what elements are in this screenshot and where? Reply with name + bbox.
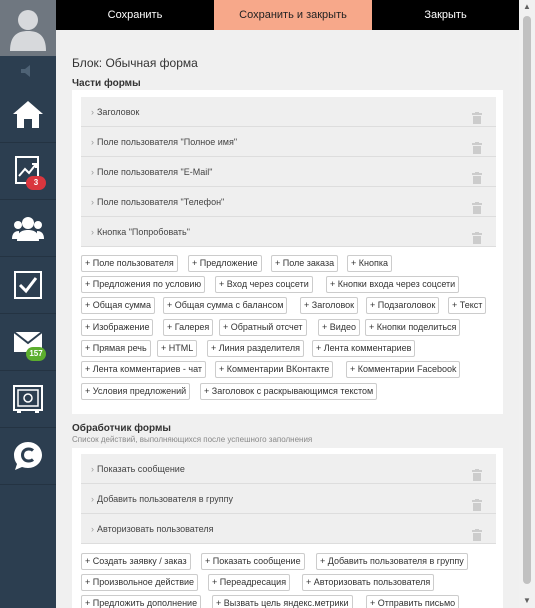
- speaker-icon: [21, 65, 30, 77]
- home-icon: [13, 101, 43, 128]
- add-chip[interactable]: + Комментарии Facebook: [346, 361, 461, 378]
- add-chip[interactable]: + Вызвать цель яндекс.метрики: [212, 595, 353, 608]
- add-chip[interactable]: + Показать сообщение: [201, 553, 305, 570]
- add-chip[interactable]: + Авторизовать пользователя: [302, 574, 435, 591]
- add-chip[interactable]: + Линия разделителя: [207, 340, 304, 357]
- chevron-right-icon: ›: [91, 167, 94, 177]
- add-chip[interactable]: + Предложить дополнение: [81, 595, 202, 608]
- add-chip[interactable]: + Предложение: [188, 255, 262, 272]
- sidebar-item-tasks[interactable]: [0, 257, 56, 314]
- add-chip[interactable]: + Переадресация: [208, 574, 291, 591]
- mail-badge: 157: [26, 347, 46, 361]
- form-part-label: Поле пользователя "Телефон": [97, 197, 225, 207]
- chevron-right-icon: ›: [91, 137, 94, 147]
- volume-toggle[interactable]: [0, 56, 56, 86]
- trash-icon[interactable]: [472, 226, 482, 256]
- close-button[interactable]: Закрыть: [372, 0, 519, 30]
- form-part-row[interactable]: › Кнопка "Попробовать": [81, 217, 496, 247]
- handler-action-label: Авторизовать пользователя: [97, 524, 214, 534]
- users-icon: [12, 217, 44, 241]
- handler-action-row[interactable]: › Показать сообщение: [81, 454, 496, 484]
- add-chip[interactable]: + Вход через соцсети: [215, 276, 313, 293]
- form-parts-title: Части формы: [72, 78, 141, 89]
- add-chip[interactable]: + Предложения по условию: [81, 276, 206, 293]
- sidebar-item-mail[interactable]: 157: [0, 314, 56, 371]
- add-chip[interactable]: + Текст: [448, 297, 487, 314]
- sidebar-item-chat[interactable]: [0, 428, 56, 485]
- form-handler-subtitle: Список действий, выполняющихся после усп…: [72, 435, 313, 444]
- form-parts-panel: › Заголовок › Поле пользователя "Полное им…: [72, 90, 503, 414]
- chevron-right-icon: ›: [91, 494, 94, 504]
- form-handler-panel: › Показать сообщение › Добавить пользовате…: [72, 448, 503, 608]
- form-part-label: Поле пользователя "Полное имя": [97, 137, 238, 147]
- chat-c-icon: [14, 442, 42, 470]
- add-chip[interactable]: + Поле пользователя: [81, 255, 178, 272]
- save-button[interactable]: Сохранить: [56, 0, 214, 30]
- add-chip[interactable]: + Кнопки входа через соцсети: [326, 276, 460, 293]
- stats-badge: 3: [26, 176, 46, 190]
- scroll-up-arrow-icon[interactable]: ▲: [519, 0, 535, 14]
- chevron-right-icon: ›: [91, 464, 94, 474]
- add-chip[interactable]: + Прямая речь: [81, 340, 151, 357]
- handler-action-label: Добавить пользователя в группу: [97, 494, 233, 504]
- avatar[interactable]: [0, 0, 56, 56]
- scrollbar[interactable]: ▲ ▼: [519, 0, 535, 608]
- sidebar-item-home[interactable]: [0, 86, 56, 143]
- handler-action-row[interactable]: › Авторизовать пользователя: [81, 514, 496, 544]
- form-part-row[interactable]: › Поле пользователя "Полное имя": [81, 127, 496, 157]
- trash-icon[interactable]: [472, 523, 482, 553]
- chevron-right-icon: ›: [91, 197, 94, 207]
- sidebar: 3 157: [0, 0, 56, 608]
- add-chip[interactable]: + Изображение: [81, 319, 154, 336]
- block-title: Блок: Обычная форма: [72, 56, 198, 70]
- add-chip[interactable]: + Обратный отсчет: [219, 319, 307, 336]
- add-chip[interactable]: + Общая сумма с балансом: [163, 297, 288, 314]
- add-chip[interactable]: + Галерея: [163, 319, 214, 336]
- add-chip[interactable]: + Поле заказа: [271, 255, 339, 272]
- add-chip[interactable]: + Отправить письмо: [366, 595, 460, 608]
- add-chip[interactable]: + Подзаголовок: [366, 297, 440, 314]
- scroll-thumb[interactable]: [523, 16, 531, 584]
- form-editor: Блок: Обычная форма Части формы › Заголов…: [56, 30, 519, 608]
- chevron-right-icon: ›: [91, 227, 94, 237]
- sidebar-item-stats[interactable]: 3: [0, 143, 56, 200]
- sidebar-item-safe[interactable]: [0, 371, 56, 428]
- add-chip[interactable]: + Условия предложений: [81, 383, 191, 400]
- safe-icon: [13, 385, 43, 413]
- form-part-row[interactable]: › Заголовок: [81, 97, 496, 127]
- save-and-close-button[interactable]: Сохранить и закрыть: [214, 0, 372, 30]
- form-part-row[interactable]: › Поле пользователя "Телефон": [81, 187, 496, 217]
- form-part-row[interactable]: › Поле пользователя "E-Mail": [81, 157, 496, 187]
- add-chip[interactable]: + Создать заявку / заказ: [81, 553, 191, 570]
- user-silhouette-icon: [10, 10, 46, 51]
- checkbox-icon: [14, 271, 42, 299]
- add-chip[interactable]: + Комментарии ВКонтакте: [215, 361, 334, 378]
- add-chip[interactable]: + Заголовок с раскрывающимся текстом: [200, 383, 378, 400]
- chevron-right-icon: ›: [91, 107, 94, 117]
- scroll-down-arrow-icon[interactable]: ▼: [519, 594, 535, 608]
- form-part-label: Поле пользователя "E-Mail": [97, 167, 213, 177]
- handler-action-label: Показать сообщение: [97, 464, 185, 474]
- toolbar: Сохранить Сохранить и закрыть Закрыть: [56, 0, 519, 30]
- add-chip[interactable]: + Лента комментариев - чат: [81, 361, 207, 378]
- form-part-label: Кнопка "Попробовать": [97, 227, 190, 237]
- add-chip[interactable]: + Лента комментариев: [312, 340, 416, 357]
- add-chip[interactable]: + Общая сумма: [81, 297, 155, 314]
- form-handler-title: Обработчик формы: [72, 423, 171, 434]
- add-chip[interactable]: + Произвольное действие: [81, 574, 199, 591]
- chevron-right-icon: ›: [91, 524, 94, 534]
- add-chip[interactable]: + Заголовок: [300, 297, 359, 314]
- sidebar-item-users[interactable]: [0, 200, 56, 257]
- handler-action-row[interactable]: › Добавить пользователя в группу: [81, 484, 496, 514]
- add-chip[interactable]: + Видео: [318, 319, 361, 336]
- add-chip[interactable]: + Добавить пользователя в группу: [316, 553, 468, 570]
- form-part-label: Заголовок: [97, 107, 140, 117]
- add-chip[interactable]: + Кнопка: [347, 255, 392, 272]
- add-chip[interactable]: + HTML: [157, 340, 198, 357]
- add-chip[interactable]: + Кнопки поделиться: [365, 319, 461, 336]
